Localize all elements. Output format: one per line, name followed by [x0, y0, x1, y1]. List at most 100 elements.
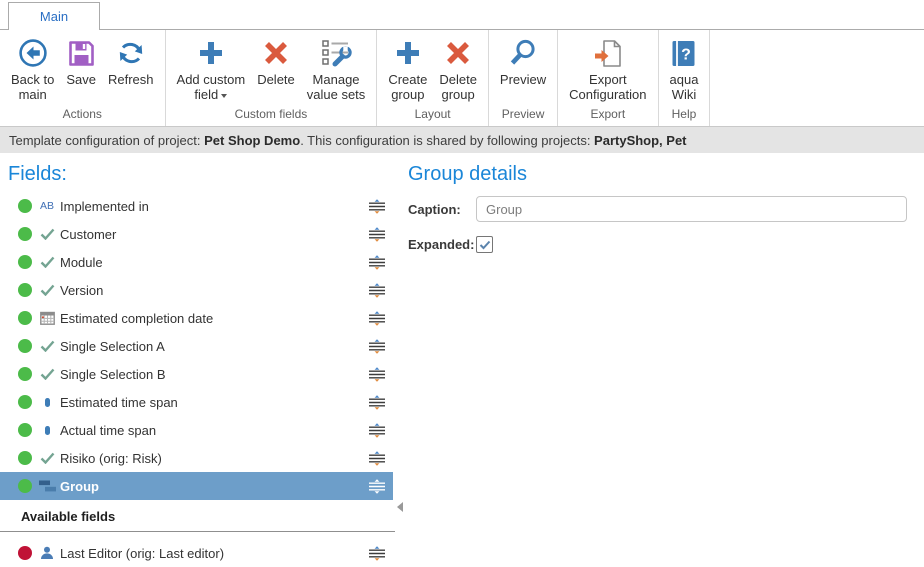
field-row[interactable]: Estimated time span — [0, 388, 393, 416]
project-name: Pet Shop Demo — [204, 133, 300, 148]
ribbon-tab-row: Main — [0, 0, 924, 29]
group-caption-export: Export — [559, 105, 656, 126]
reorder-handle-icon[interactable] — [367, 255, 387, 270]
ab-icon: AB — [37, 200, 57, 212]
book-question-icon: ? — [670, 35, 697, 71]
button-label: aqua — [670, 72, 699, 87]
button-label: Create — [388, 72, 427, 87]
expanded-label: Expanded: — [408, 237, 476, 252]
reorder-handle-icon[interactable] — [367, 423, 387, 438]
group-details-panel: Group details Caption: Expanded: — [400, 153, 924, 549]
state-dot — [18, 479, 32, 493]
field-row[interactable]: AB Implemented in — [0, 192, 393, 220]
button-label: Configuration — [569, 87, 646, 102]
field-row[interactable]: Actual time span — [0, 416, 393, 444]
caption-input[interactable] — [476, 196, 907, 222]
group-details-title: Group details — [408, 163, 907, 186]
ribbon-group-actions: Back to main Save Refresh Actions — [0, 30, 166, 126]
back-to-main-button[interactable]: Back to main — [5, 31, 60, 102]
export-document-icon — [592, 35, 624, 71]
fields-panel: Fields: AB Implemented in Customer Modul… — [0, 153, 400, 549]
value-sets-wrench-icon — [321, 35, 352, 71]
tab-main[interactable]: Main — [8, 2, 100, 30]
delete-group-button[interactable]: Delete group — [433, 31, 483, 102]
reorder-handle-icon[interactable] — [367, 339, 387, 354]
field-label: Version — [60, 283, 367, 298]
button-label: main — [19, 87, 47, 102]
field-label: Single Selection A — [60, 339, 367, 354]
panel-collapse-arrow-icon[interactable] — [397, 502, 403, 512]
check-icon — [37, 256, 57, 268]
field-row[interactable]: Customer — [0, 220, 393, 248]
calendar-icon — [37, 311, 57, 325]
ribbon: Back to main Save Refresh Actions — [0, 29, 924, 126]
reorder-handle-icon[interactable] — [367, 227, 387, 242]
button-label: Export — [589, 72, 627, 87]
field-row[interactable]: Group — [0, 472, 393, 500]
refresh-button[interactable]: Refresh — [102, 31, 160, 87]
reorder-handle-icon[interactable] — [367, 395, 387, 410]
reorder-handle-icon[interactable] — [367, 479, 387, 494]
reorder-handle-icon[interactable] — [367, 199, 387, 214]
preview-button[interactable]: Preview — [494, 31, 552, 87]
checkmark-icon — [479, 240, 491, 250]
field-row[interactable]: Single Selection B — [0, 360, 393, 388]
field-label: Estimated time span — [60, 395, 367, 410]
dropdown-arrow-icon — [221, 94, 227, 98]
svg-text:?: ? — [682, 46, 692, 63]
expanded-checkbox[interactable] — [476, 236, 493, 253]
caption-form-row: Caption: — [408, 196, 907, 222]
save-button[interactable]: Save — [60, 31, 102, 87]
reorder-handle-icon[interactable] — [367, 311, 387, 326]
check-icon — [37, 228, 57, 240]
group-caption-help: Help — [660, 105, 709, 126]
x-icon — [444, 35, 472, 71]
reorder-handle-icon[interactable] — [367, 283, 387, 298]
magnifier-icon — [508, 35, 538, 71]
state-dot — [18, 311, 32, 325]
field-row[interactable]: Estimated completion date — [0, 304, 393, 332]
add-custom-field-button[interactable]: Add custom field — [171, 31, 252, 102]
button-label: Back to — [11, 72, 54, 87]
group-icon — [37, 479, 57, 493]
tab-main-label: Main — [40, 9, 68, 24]
available-fields-header: Available fields — [0, 500, 395, 532]
shared-projects: PartyShop, Pet — [594, 133, 686, 148]
check-icon — [37, 452, 57, 464]
state-dot — [18, 451, 32, 465]
check-icon — [37, 368, 57, 380]
button-label: group — [391, 87, 424, 102]
reorder-handle-icon[interactable] — [367, 367, 387, 382]
export-configuration-button[interactable]: Export Configuration — [563, 31, 652, 102]
field-row[interactable]: Module — [0, 248, 393, 276]
main-content: Fields: AB Implemented in Customer Modul… — [0, 153, 924, 549]
aqua-wiki-button[interactable]: ? aqua Wiki — [664, 31, 705, 102]
field-row[interactable]: Last Editor (orig: Last editor) — [0, 539, 393, 567]
back-arrow-icon — [18, 35, 48, 71]
delete-field-button[interactable]: Delete — [251, 31, 301, 87]
template-config-info-bar: Template configuration of project: Pet S… — [0, 126, 924, 153]
group-caption-custom-fields: Custom fields — [167, 105, 376, 126]
state-dot — [18, 367, 32, 381]
floppy-disk-icon — [67, 35, 96, 71]
field-row[interactable]: Single Selection A — [0, 332, 393, 360]
button-label: Delete — [257, 72, 295, 87]
ribbon-group-layout: Create group Delete group Layout — [377, 30, 489, 126]
create-group-button[interactable]: Create group — [382, 31, 433, 102]
button-label: Save — [66, 72, 96, 87]
available-fields-list: Last Editor (orig: Last editor) — [0, 532, 400, 567]
field-label: Estimated completion date — [60, 311, 367, 326]
field-label: Implemented in — [60, 199, 367, 214]
reorder-handle-icon[interactable] — [367, 451, 387, 466]
field-label: Group — [60, 479, 367, 494]
group-caption-layout: Layout — [378, 105, 487, 126]
field-label: Actual time span — [60, 423, 367, 438]
field-row[interactable]: Version — [0, 276, 393, 304]
refresh-icon — [116, 35, 146, 71]
field-row[interactable]: Risiko (orig: Risk) — [0, 444, 393, 472]
button-label: Preview — [500, 72, 546, 87]
manage-value-sets-button[interactable]: Manage value sets — [301, 31, 372, 102]
button-label: Add custom — [177, 72, 246, 87]
button-label: Delete — [439, 72, 477, 87]
state-dot — [18, 395, 32, 409]
